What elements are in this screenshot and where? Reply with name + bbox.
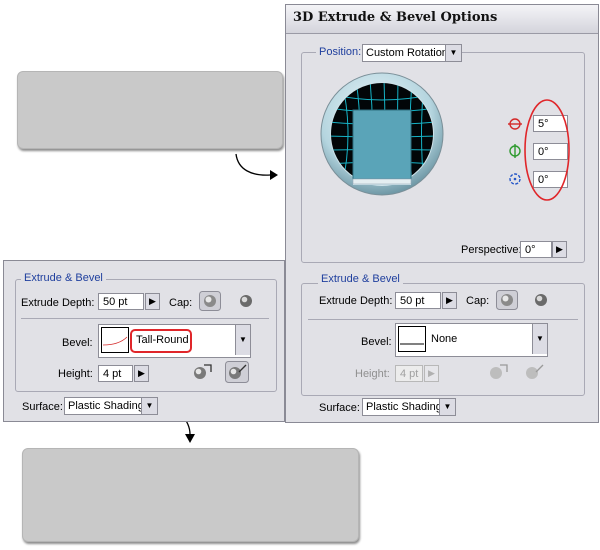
cap-on-icon[interactable] <box>496 290 518 310</box>
rotate-x-icon <box>508 118 522 130</box>
excerpt-bevel-select-value: Tall-Round <box>136 334 189 346</box>
excerpt-bevel-out-icon[interactable] <box>190 361 214 383</box>
position-select-value: Custom Rotation <box>366 47 448 59</box>
chevron-down-icon: ▼ <box>439 399 455 415</box>
chevron-down-icon: ▼ <box>235 325 250 355</box>
excerpt-cap-off-icon[interactable] <box>235 291 257 311</box>
placeholder-box-top <box>17 71 283 149</box>
perspective-input[interactable]: 0° <box>520 241 552 258</box>
bevel-label: Bevel: <box>361 336 392 348</box>
excerpt-surface-label: Surface: <box>22 401 63 413</box>
position-select[interactable]: Custom Rotation ▼ <box>362 44 462 62</box>
chevron-down-icon: ▼ <box>445 45 461 61</box>
bevel-out-icon[interactable] <box>486 361 510 383</box>
position-label: Position: <box>316 46 365 58</box>
height-slider-button[interactable]: ▶ <box>424 365 439 382</box>
dialog-title: 3D Extrude & Bevel Options <box>293 10 498 25</box>
excerpt-bevel-select[interactable]: Tall-Round ▼ <box>98 324 251 358</box>
extrude-bevel-dialog: 3D Extrude & Bevel Options Position: Cus… <box>285 4 599 423</box>
extrude-depth-slider-button[interactable]: ▶ <box>442 292 457 309</box>
extrude-depth-input[interactable]: 50 pt <box>395 292 441 309</box>
bevel-in-icon[interactable] <box>522 361 546 383</box>
excerpt-extrude-depth-input[interactable]: 50 pt <box>98 293 144 310</box>
extrude-bevel-excerpt: Extrude & Bevel Extrude Depth: 50 pt ▶ C… <box>3 260 285 422</box>
bevel-select-value: None <box>431 333 458 345</box>
arrow-right-icon <box>235 153 278 180</box>
extrude-bevel-legend: Extrude & Bevel <box>318 273 403 285</box>
excerpt-group-divider <box>21 318 269 319</box>
bevel-preview-icon <box>398 326 426 352</box>
group-divider <box>308 319 578 320</box>
excerpt-extrude-depth-slider-button[interactable]: ▶ <box>145 293 160 310</box>
annotation-ellipse <box>524 99 570 201</box>
surface-select[interactable]: Plastic Shading ▼ <box>362 398 456 416</box>
extrude-depth-label: Extrude Depth: <box>319 295 393 307</box>
placeholder-box-bottom <box>22 448 359 542</box>
excerpt-extrude-depth-label: Extrude Depth: <box>21 297 95 309</box>
excerpt-bevel-label: Bevel: <box>62 337 93 349</box>
excerpt-cap-on-icon[interactable] <box>199 291 221 311</box>
height-label: Height: <box>355 368 390 380</box>
excerpt-cap-label: Cap: <box>169 297 193 309</box>
rotation-track-cube[interactable] <box>320 72 444 196</box>
excerpt-height-input[interactable]: 4 pt <box>98 365 133 382</box>
excerpt-surface-select[interactable]: Plastic Shading ▼ <box>64 397 158 415</box>
perspective-slider-button[interactable]: ▶ <box>552 241 567 258</box>
rotate-z-icon <box>509 173 521 185</box>
cap-off-icon[interactable] <box>530 290 552 310</box>
height-input[interactable]: 4 pt <box>395 365 423 382</box>
surface-select-value: Plastic Shading <box>366 401 442 413</box>
perspective-label: Perspective: <box>461 244 522 256</box>
excerpt-surface-select-value: Plastic Shading <box>68 400 144 412</box>
excerpt-bevel-in-icon[interactable] <box>225 361 249 383</box>
excerpt-height-label: Height: <box>58 368 93 380</box>
chevron-down-icon: ▼ <box>141 398 157 414</box>
excerpt-bevel-preview-icon <box>101 327 129 353</box>
surface-label: Surface: <box>319 402 360 414</box>
rotate-y-icon <box>509 144 521 158</box>
bevel-select[interactable]: None ▼ <box>395 323 548 357</box>
excerpt-height-slider-button[interactable]: ▶ <box>134 365 149 382</box>
cap-label: Cap: <box>466 295 490 307</box>
chevron-down-icon: ▼ <box>532 324 547 354</box>
excerpt-extrude-bevel-legend: Extrude & Bevel <box>21 272 106 284</box>
